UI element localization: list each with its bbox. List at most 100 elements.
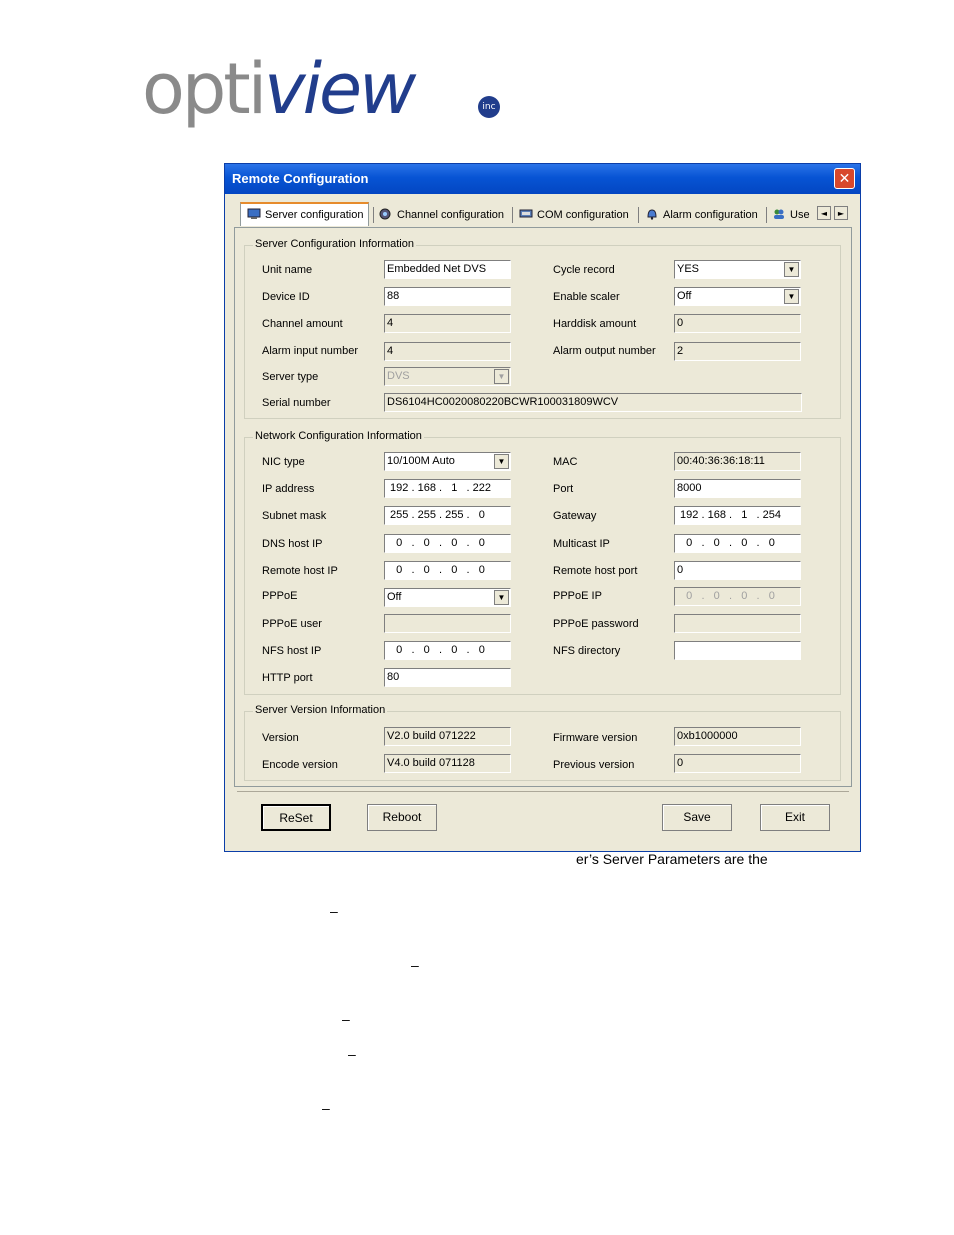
logo-view-text: view bbox=[264, 48, 416, 130]
pppoe-select[interactable]: Off ▼ bbox=[384, 588, 511, 607]
device-id-label: Device ID bbox=[262, 291, 310, 303]
serial-number-label: Serial number bbox=[262, 397, 331, 409]
gateway-input[interactable]: 192 . 168 . 1 . 254 bbox=[674, 506, 801, 525]
caption-text: er’s Server Parameters are the bbox=[576, 851, 768, 867]
pppoe-ip-label: PPPoE IP bbox=[553, 590, 602, 602]
group-title: Server Configuration Information bbox=[253, 238, 416, 250]
ip-address-label: IP address bbox=[262, 483, 315, 495]
tab-separator bbox=[512, 207, 513, 223]
serial-number-field: DS6104HC0020080220BCWR100031809WCV bbox=[384, 393, 802, 412]
alarm-input-number-field: 4 bbox=[384, 342, 511, 361]
remote-host-port-input[interactable]: 0 bbox=[674, 561, 801, 580]
server-version-group: Server Version Information Version V2.0 … bbox=[244, 704, 841, 781]
unit-name-input[interactable]: Embedded Net DVS bbox=[384, 260, 511, 279]
tab-label: Server configuration bbox=[265, 209, 364, 221]
pppoe-password-label: PPPoE password bbox=[553, 618, 639, 630]
mac-field: 00:40:36:36:18:11 bbox=[674, 452, 801, 471]
server-type-label: Server type bbox=[262, 371, 319, 383]
remote-host-port-label: Remote host port bbox=[553, 565, 638, 577]
pppoe-value: Off bbox=[387, 591, 402, 603]
server-configuration-group: Server Configuration Information Unit na… bbox=[244, 238, 841, 419]
enable-scaler-select[interactable]: Off ▼ bbox=[674, 287, 801, 306]
subnet-mask-label: Subnet mask bbox=[262, 510, 327, 522]
bell-icon bbox=[647, 209, 657, 220]
tab-alarm-configuration[interactable]: Alarm configuration bbox=[645, 204, 758, 226]
alarm-output-number-field: 2 bbox=[674, 342, 801, 361]
pppoe-user-input[interactable] bbox=[384, 614, 511, 633]
nfs-host-ip-input[interactable]: 0 . 0 . 0 . 0 bbox=[384, 641, 511, 660]
pppoe-ip-field: 0 . 0 . 0 . 0 bbox=[674, 587, 801, 606]
close-button[interactable]: ✕ bbox=[834, 168, 855, 189]
chevron-down-icon[interactable]: ▼ bbox=[494, 454, 509, 469]
channel-amount-label: Channel amount bbox=[262, 318, 343, 330]
cycle-record-value: YES bbox=[677, 263, 700, 275]
multicast-ip-input[interactable]: 0 . 0 . 0 . 0 bbox=[674, 534, 801, 553]
window-title: Remote Configuration bbox=[232, 171, 369, 186]
tab-user[interactable]: Use bbox=[772, 204, 810, 226]
chevron-down-icon: ▼ bbox=[494, 369, 509, 384]
nfs-directory-input[interactable] bbox=[674, 641, 801, 660]
reboot-button[interactable]: Reboot bbox=[367, 804, 437, 831]
camera-icon bbox=[379, 208, 391, 220]
server-type-value: DVS bbox=[387, 370, 410, 382]
remote-configuration-window: Remote Configuration ✕ Server configurat… bbox=[224, 163, 861, 852]
version-label: Version bbox=[262, 732, 299, 744]
alarm-input-number-label: Alarm input number bbox=[262, 345, 358, 357]
tab-server-configuration[interactable]: Server configuration bbox=[240, 202, 369, 226]
harddisk-amount-field: 0 bbox=[674, 314, 801, 333]
nic-type-label: NIC type bbox=[262, 456, 305, 468]
network-configuration-group: Network Configuration Information NIC ty… bbox=[244, 430, 841, 695]
chevron-down-icon[interactable]: ▼ bbox=[784, 262, 799, 277]
http-port-input[interactable]: 80 bbox=[384, 668, 511, 687]
firmware-version-label: Firmware version bbox=[553, 732, 638, 744]
tab-scroll-left-button[interactable]: ◄ bbox=[817, 206, 831, 220]
channel-amount-field: 4 bbox=[384, 314, 511, 333]
tab-com-configuration[interactable]: COM configuration bbox=[519, 204, 629, 226]
nfs-directory-label: NFS directory bbox=[553, 645, 621, 657]
monitor-icon bbox=[247, 208, 261, 219]
save-button[interactable]: Save bbox=[662, 804, 732, 831]
users-icon bbox=[774, 209, 784, 219]
tab-separator bbox=[373, 207, 374, 223]
tab-label: Channel configuration bbox=[397, 209, 505, 221]
tab-channel-configuration[interactable]: Channel configuration bbox=[379, 204, 504, 226]
tab-strip: Server configuration Channel configurati… bbox=[240, 202, 850, 226]
nic-type-select[interactable]: 10/100M Auto ▼ bbox=[384, 452, 511, 471]
exit-button[interactable]: Exit bbox=[760, 804, 830, 831]
multicast-ip-label: Multicast IP bbox=[553, 538, 610, 550]
unit-name-label: Unit name bbox=[262, 264, 313, 276]
remote-host-ip-label: Remote host IP bbox=[262, 565, 338, 577]
ip-address-input[interactable]: 192 . 168 . 1 . 222 bbox=[384, 479, 511, 498]
previous-version-label: Previous version bbox=[553, 759, 635, 771]
cycle-record-select[interactable]: YES ▼ bbox=[674, 260, 801, 279]
chevron-down-icon[interactable]: ▼ bbox=[784, 289, 799, 304]
logo-inc-seal: inc bbox=[478, 96, 500, 118]
tab-label: Alarm configuration bbox=[663, 209, 758, 221]
title-bar[interactable]: Remote Configuration ✕ bbox=[225, 164, 860, 194]
tab-separator bbox=[638, 207, 639, 223]
subnet-mask-input[interactable]: 255 . 255 . 255 . 0 bbox=[384, 506, 511, 525]
bullet-dash: – bbox=[330, 903, 338, 919]
previous-version-field: 0 bbox=[674, 754, 801, 773]
device-id-input[interactable]: 88 bbox=[384, 287, 511, 306]
tab-scroll-right-button[interactable]: ► bbox=[834, 206, 848, 220]
com-port-icon bbox=[519, 209, 533, 218]
nic-type-value: 10/100M Auto bbox=[387, 455, 455, 467]
reset-button[interactable]: ReSet bbox=[261, 804, 331, 831]
server-type-select: DVS ▼ bbox=[384, 367, 511, 386]
encode-version-field: V4.0 build 071128 bbox=[384, 754, 511, 773]
http-port-label: HTTP port bbox=[262, 672, 313, 684]
enable-scaler-value: Off bbox=[677, 290, 692, 302]
harddisk-amount-label: Harddisk amount bbox=[553, 318, 637, 330]
remote-host-ip-input[interactable]: 0 . 0 . 0 . 0 bbox=[384, 561, 511, 580]
bullet-dash: – bbox=[348, 1046, 356, 1062]
chevron-down-icon[interactable]: ▼ bbox=[494, 590, 509, 605]
port-input[interactable]: 8000 bbox=[674, 479, 801, 498]
dns-host-ip-input[interactable]: 0 . 0 . 0 . 0 bbox=[384, 534, 511, 553]
group-title: Server Version Information bbox=[253, 704, 388, 716]
pppoe-password-input[interactable] bbox=[674, 614, 801, 633]
nfs-host-ip-label: NFS host IP bbox=[262, 645, 322, 657]
version-field: V2.0 build 071222 bbox=[384, 727, 511, 746]
cycle-record-label: Cycle record bbox=[553, 264, 615, 276]
dns-host-ip-label: DNS host IP bbox=[262, 538, 323, 550]
